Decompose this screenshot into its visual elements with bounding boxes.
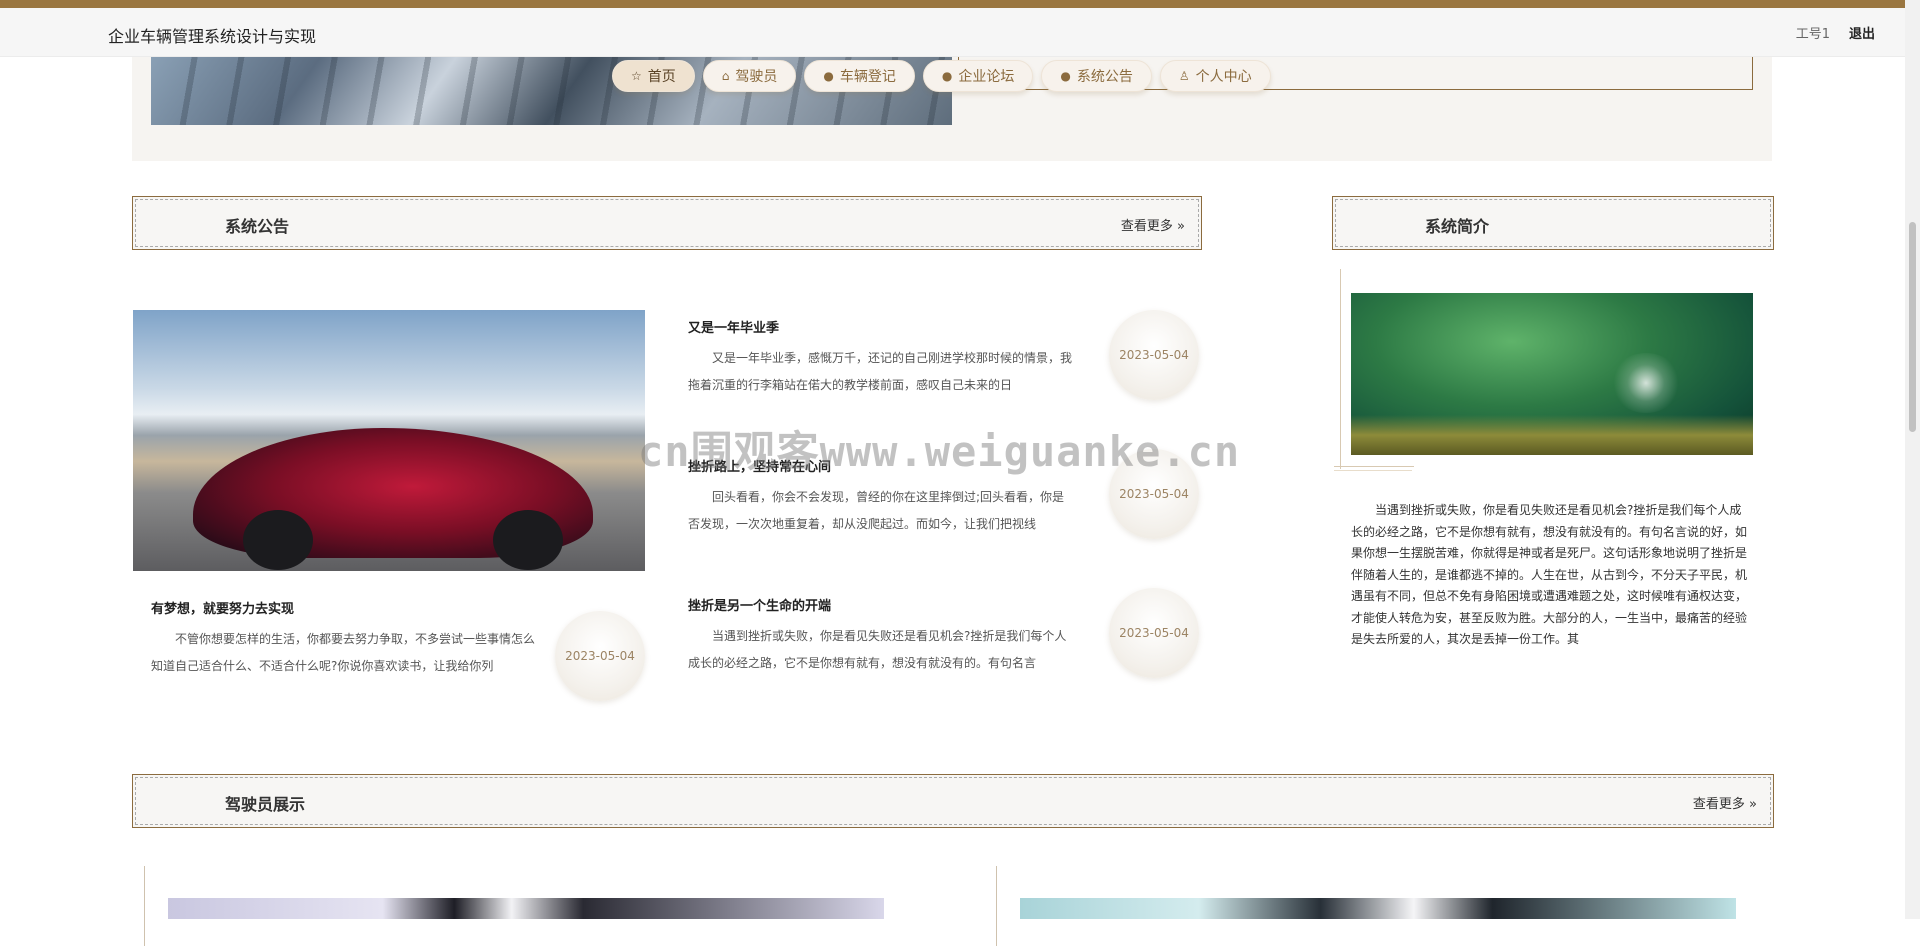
notice-item[interactable]: 挫折是另一个生命的开端 当遇到挫折或失败，你是看见失败还是看见机会?挫折是我们每…: [688, 595, 1074, 677]
decor-line: [996, 866, 997, 946]
section-title: 系统简介: [1425, 217, 1490, 236]
decor-line: [1334, 470, 1412, 471]
main-nav: ☆ 首页 ⌂ 驾驶员 ● 车辆登记 ● 企业论坛 ● 系统公告 ♙ 个人中心: [612, 60, 1271, 92]
nav-notice[interactable]: ● 系统公告: [1041, 60, 1152, 92]
drivers-section-header: 驾驶员展示 查看更多 »: [132, 774, 1774, 828]
more-label: 查看更多: [1120, 219, 1173, 234]
decor-line: [1334, 466, 1414, 467]
logout-link[interactable]: 退出: [1849, 23, 1875, 42]
intro-section-header: 系统简介: [1332, 196, 1774, 250]
info-icon: ●: [823, 69, 834, 83]
page-scrollbar[interactable]: [1905, 0, 1920, 919]
nav-label: 车辆登记: [839, 69, 896, 85]
info-icon: ●: [1060, 69, 1071, 83]
post-body: 回头看看，你会不会发现，曾经的你在这里摔倒过;回头看看，你是否发现，一次次地重复…: [688, 490, 1065, 531]
post-body: 又是一年毕业季，感慨万千，还记的自己刚进学校那时候的情景，我拖着沉重的行李箱站在…: [688, 351, 1073, 392]
wheel-shape: [243, 510, 313, 570]
nav-drivers[interactable]: ⌂ 驾驶员: [702, 60, 797, 92]
section-title: 系统公告: [225, 217, 290, 236]
notice-section-header: 系统公告 查看更多 »: [132, 196, 1202, 250]
nav-label: 企业论坛: [958, 69, 1015, 85]
moss-shape: [1351, 415, 1753, 455]
nav-label: 系统公告: [1076, 69, 1133, 85]
post-date: 2023-05-04: [555, 611, 645, 701]
notice-item[interactable]: 又是一年毕业季 又是一年毕业季，感慨万千，还记的自己刚进学校那时候的情景，我拖着…: [688, 317, 1074, 399]
question-icon: ●: [941, 69, 953, 83]
nav-label: 首页: [647, 69, 676, 85]
more-label: 查看更多: [1692, 797, 1745, 812]
post-title: 挫折是另一个生命的开端: [688, 599, 832, 614]
nav-label: 驾驶员: [735, 69, 778, 85]
post-date: 2023-05-04: [1109, 310, 1199, 400]
featured-notice-image[interactable]: [133, 310, 645, 571]
section-title: 驾驶员展示: [225, 795, 306, 814]
watermark-text: cn围观客www.weiguanke.cn: [638, 427, 1241, 476]
featured-notice[interactable]: 有梦想，就要努力去实现 不管你想要怎样的生活，你都要去努力争取，不多尝试一些事情…: [151, 598, 541, 680]
post-body: 不管你想要怎样的生活，你都要去努力争取，不多尝试一些事情怎么知道自己适合什么、不…: [151, 632, 536, 673]
notice-more-link[interactable]: 查看更多 »: [1121, 215, 1185, 234]
driver-card-image[interactable]: [1020, 898, 1736, 919]
post-title: 又是一年毕业季: [688, 321, 780, 336]
intro-image: [1351, 293, 1753, 455]
decor-line: [144, 866, 145, 946]
decor-line: [1340, 269, 1341, 469]
dandelion-shape: [1611, 353, 1681, 413]
user-id[interactable]: 工号1: [1796, 23, 1830, 42]
driver-card-image[interactable]: [168, 898, 884, 919]
nav-label: 个人中心: [1195, 69, 1252, 85]
nav-profile[interactable]: ♙ 个人中心: [1159, 60, 1271, 92]
post-title: 有梦想，就要努力去实现: [151, 602, 295, 617]
nav-home[interactable]: ☆ 首页: [612, 60, 695, 92]
header: 企业车辆管理系统设计与实现 工号1 退出: [0, 8, 1905, 57]
post-body: 当遇到挫折或失败，你是看见失败还是看见机会?挫折是我们每个人成长的必经之路，它不…: [688, 629, 1067, 670]
scrollbar-thumb[interactable]: [1909, 222, 1916, 432]
wheel-shape: [493, 510, 563, 570]
nav-vehicle-register[interactable]: ● 车辆登记: [804, 60, 915, 92]
user-icon: ♙: [1178, 69, 1190, 83]
app-title: 企业车辆管理系统设计与实现: [108, 27, 317, 46]
post-date: 2023-05-04: [1109, 588, 1199, 678]
intro-text: 当遇到挫折或失败，你是看见失败还是看见机会?挫折是我们每个人成长的必经之路，它不…: [1351, 503, 1748, 646]
drivers-more-link[interactable]: 查看更多 »: [1693, 793, 1757, 812]
nav-forum[interactable]: ● 企业论坛: [922, 60, 1034, 92]
double-chevron-right-icon: »: [1177, 219, 1185, 234]
bag-icon: ⌂: [721, 69, 730, 83]
top-accent-bar: [0, 0, 1920, 8]
star-icon: ☆: [631, 69, 642, 83]
double-chevron-right-icon: »: [1749, 797, 1757, 812]
